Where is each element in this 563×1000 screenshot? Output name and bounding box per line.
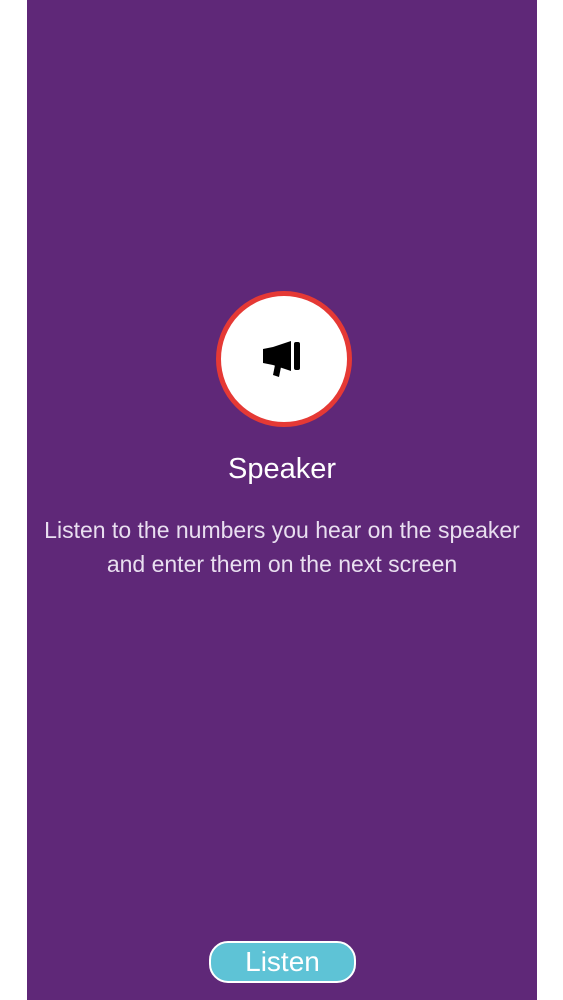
speaker-icon-badge [216,291,352,427]
instruction-text: Listen to the numbers you hear on the sp… [44,517,520,577]
listen-button[interactable]: Listen [209,941,356,983]
app-screen: Speaker Listen to the numbers you hear o… [27,0,537,1000]
megaphone-icon [263,341,300,377]
page-title: Speaker [227,453,336,485]
